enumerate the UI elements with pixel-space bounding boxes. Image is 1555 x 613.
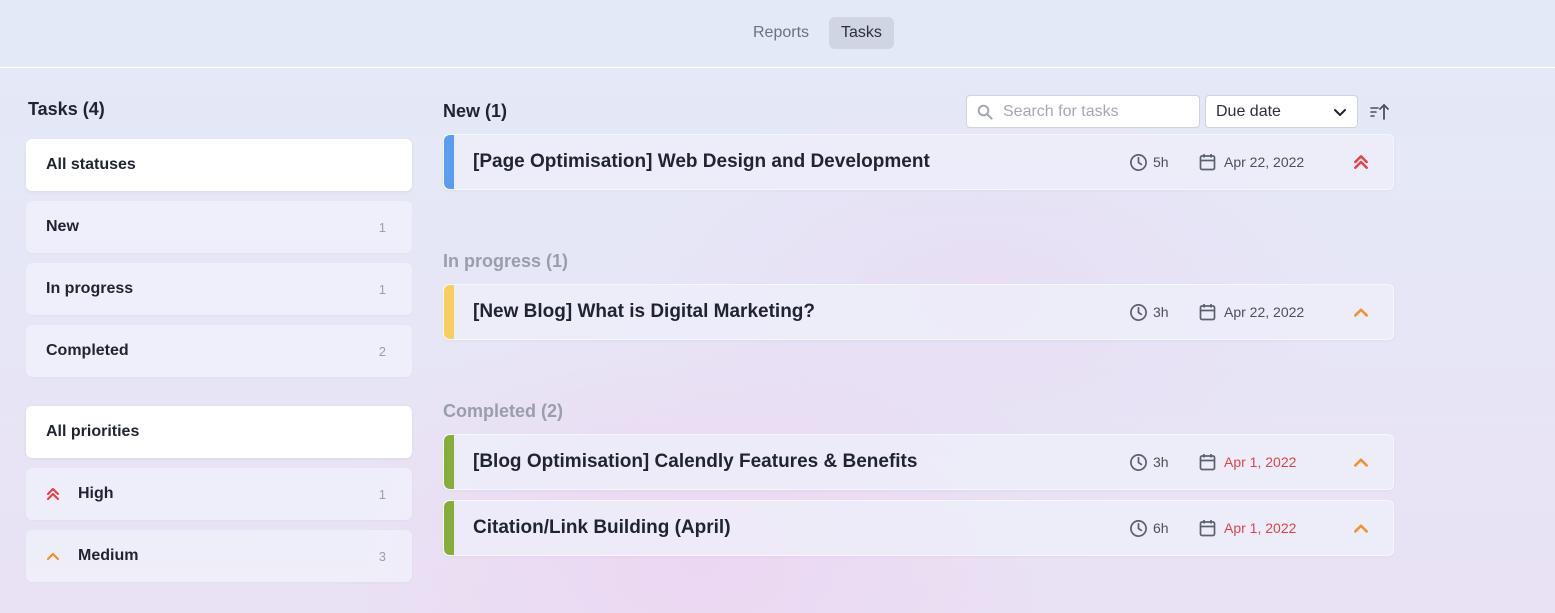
status-stripe [444,501,454,555]
filter-label: New [46,218,79,235]
filter-all-priorities[interactable]: All priorities [26,406,412,458]
task-title: Citation/Link Building (April) [473,517,731,538]
task-due-date: Apr 22, 2022 [1199,153,1331,171]
hours-value: 3h [1153,454,1169,470]
status-stripe [444,285,454,339]
filter-label: Medium [78,547,139,564]
filter-count: 1 [378,281,386,297]
calendar-icon [1199,454,1216,471]
sort-ascending-icon [1370,103,1389,120]
nav-tabs: Reports Tasks [741,17,894,49]
tab-reports[interactable]: Reports [741,17,821,49]
search-icon [977,104,993,120]
group-header-new: New (1) Due date [443,88,1394,134]
filter-label: All priorities [46,423,140,440]
search-box[interactable] [966,95,1200,128]
task-title: [Page Optimisation] Web Design and Devel… [473,151,930,172]
task-title: [New Blog] What is Digital Marketing? [473,301,816,322]
chevron-up-icon [46,552,60,561]
hours-value: 6h [1153,520,1169,536]
task-row[interactable]: [Page Optimisation] Web Design and Devel… [443,134,1394,190]
clock-icon [1130,303,1147,321]
filter-label: Completed [46,342,129,359]
status-stripe [444,135,454,189]
task-hours: 3h [1129,453,1185,472]
sort-by-select[interactable]: Due date [1205,95,1358,128]
toolbar: Due date [966,95,1394,128]
task-hours: 5h [1129,153,1185,172]
due-value: Apr 22, 2022 [1224,304,1305,320]
task-priority [1331,520,1391,536]
due-value: Apr 22, 2022 [1224,154,1305,170]
filter-label: In progress [46,280,134,297]
filter-count: 1 [378,486,386,502]
clock-icon [1130,453,1147,471]
filter-priority-high[interactable]: High 1 [26,468,412,520]
sidebar-title: Tasks (4) [28,99,105,119]
task-priority [1331,304,1391,320]
filter-all-statuses[interactable]: All statuses [26,139,412,191]
task-list: New (1) Due date [443,88,1394,566]
tab-tasks[interactable]: Tasks [829,17,894,49]
sidebar: Tasks (4) All statuses New 1 In progress… [26,99,412,592]
group-title: New (1) [443,100,508,121]
task-hours: 3h [1129,303,1185,322]
filter-status-completed[interactable]: Completed 2 [26,325,412,377]
double-chevron-up-icon [46,487,60,501]
task-priority [1331,154,1391,170]
task-hours: 6h [1129,519,1185,538]
due-value: Apr 1, 2022 [1224,454,1297,470]
task-priority [1331,454,1391,470]
chevron-up-icon [1354,308,1368,317]
calendar-icon [1199,520,1216,537]
filter-count: 2 [378,343,386,359]
task-row[interactable]: [New Blog] What is Digital Marketing? 3h… [443,284,1394,340]
calendar-icon [1199,154,1216,171]
hours-value: 5h [1153,154,1169,170]
due-value: Apr 1, 2022 [1224,520,1297,536]
group-title: Completed (2) [443,400,564,421]
filter-count: 3 [378,548,386,564]
group-title: In progress (1) [443,250,569,271]
task-row[interactable]: Citation/Link Building (April) 6h Apr 1,… [443,500,1394,556]
chevron-down-icon [1334,108,1346,116]
group-header-in-progress: In progress (1) [443,238,1394,284]
task-due-date: Apr 22, 2022 [1199,303,1331,321]
search-input[interactable] [1003,102,1193,121]
sort-direction-button[interactable] [1366,95,1394,128]
filter-label: All statuses [46,156,136,173]
group-header-completed: Completed (2) [443,388,1394,434]
task-due-date: Apr 1, 2022 [1199,519,1331,537]
calendar-icon [1199,304,1216,321]
filter-label: High [78,485,114,502]
filter-count: 1 [378,219,386,235]
filter-priority-medium[interactable]: Medium 3 [26,530,412,582]
task-due-date: Apr 1, 2022 [1199,453,1331,471]
double-chevron-up-icon [1354,155,1368,169]
task-title: [Blog Optimisation] Calendly Features & … [473,451,918,472]
chevron-up-icon [1354,524,1368,533]
chevron-up-icon [1354,458,1368,467]
filter-status-in-progress[interactable]: In progress 1 [26,263,412,315]
clock-icon [1130,153,1147,171]
sort-by-value: Due date [1216,102,1281,120]
task-row[interactable]: [Blog Optimisation] Calendly Features & … [443,434,1394,490]
hours-value: 3h [1153,304,1169,320]
status-stripe [444,435,454,489]
filter-status-new[interactable]: New 1 [26,201,412,253]
top-nav: Reports Tasks [0,0,1555,68]
clock-icon [1130,519,1147,537]
